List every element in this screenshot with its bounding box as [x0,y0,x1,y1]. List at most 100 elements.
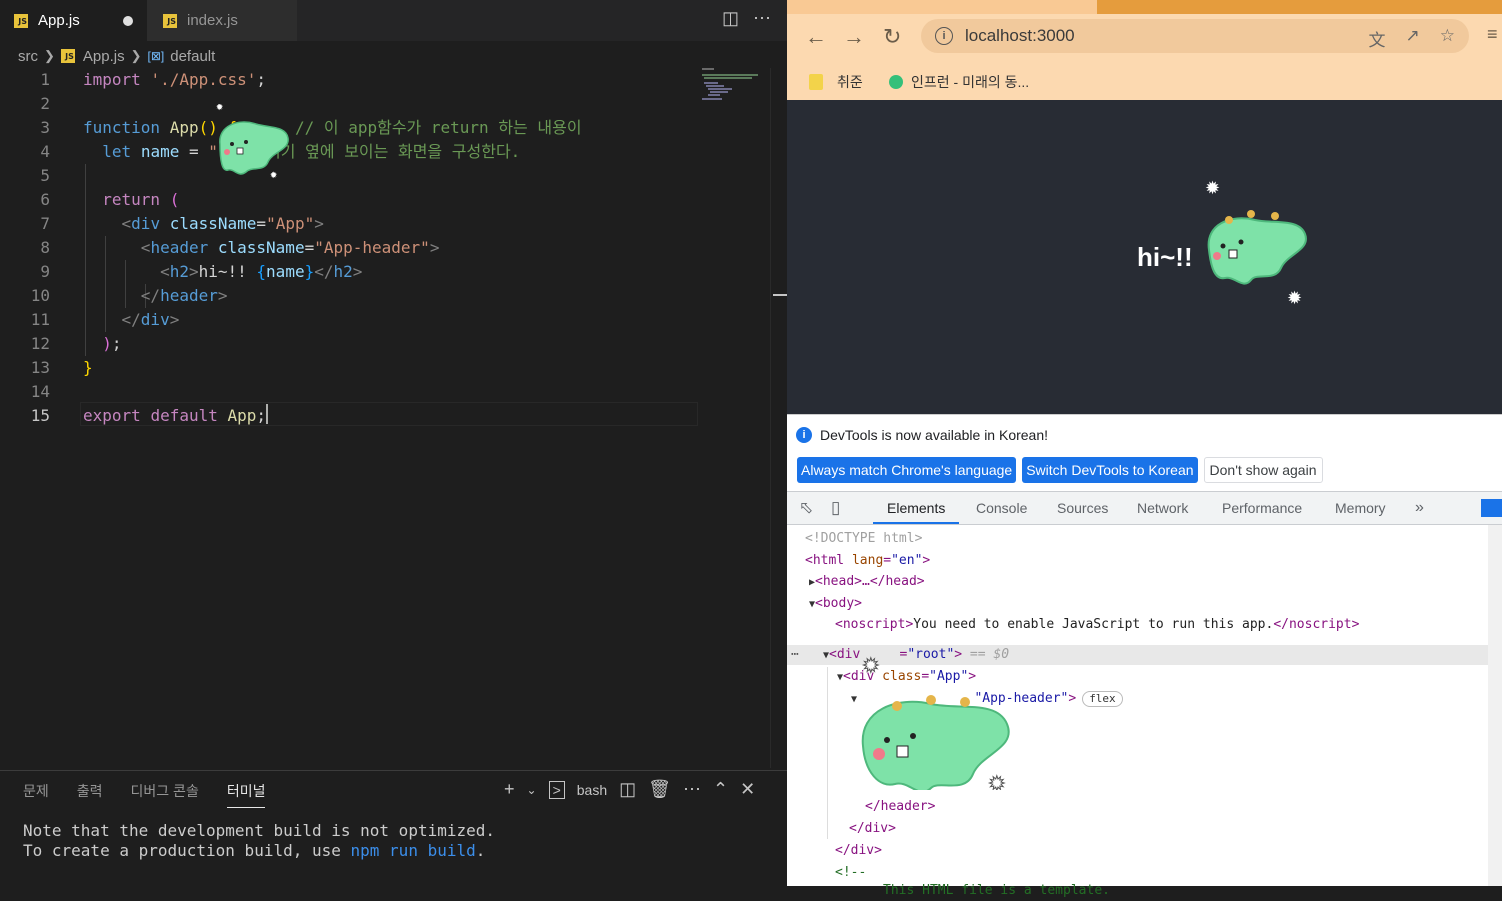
tab-debug-console[interactable]: 디버그 콘솔 [131,781,199,808]
svg-text:✹: ✹ [863,650,879,679]
bookmark-inflearn[interactable]: 인프런 - 미래의 동... [889,72,1029,92]
dom-node[interactable]: <!DOCTYPE html> [805,529,922,549]
dom-node-noscript[interactable]: <noscript>You need to enable JavaScript … [835,615,1359,635]
dom-comment[interactable]: <!-- [835,863,866,883]
chevron-down-icon[interactable]: ⌄ [527,783,537,797]
tab-label: index.js [187,12,238,29]
editor-scrollbar[interactable] [770,68,788,768]
breadcrumb-file[interactable]: App.js [83,48,125,65]
code-line: 2 [40,94,50,113]
page-viewport: hi~!! ✹ ✹ [787,100,1502,414]
breadcrumb-folder[interactable]: src [18,48,38,65]
switch-to-korean-button[interactable]: Switch DevTools to Korean [1022,457,1198,483]
device-toolbar-icon[interactable]: ▯ [831,492,840,524]
tab-index-js[interactable]: JS index.js [147,0,297,41]
back-icon[interactable]: ← [805,24,827,50]
tab-console[interactable]: Console [976,492,1027,524]
bookmark-folder[interactable]: 취준 [809,72,863,92]
bookmark-label: 취준 [837,74,863,90]
tab-network[interactable]: Network [1137,492,1188,524]
dont-show-again-button[interactable]: Don't show again [1203,457,1323,483]
tab-output[interactable]: 출력 [77,781,103,808]
url-text[interactable]: localhost:3000 [965,26,1075,46]
star-icon[interactable]: ☆ [1440,26,1455,51]
menu-icon[interactable]: ≡ [1487,24,1498,45]
tab-sources[interactable]: Sources [1057,492,1108,524]
node-actions-icon[interactable]: ⋯ [791,645,799,665]
chrome-window: ← → ↻ i localhost:3000 文 ↗ ☆ ≡ 취준 인프런 - … [787,0,1502,898]
info-icon: i [796,427,812,443]
more-tabs-icon[interactable]: » [1415,492,1424,524]
code-line: 5 [40,166,50,185]
trash-icon[interactable]: 🗑 [648,779,671,800]
chevron-right-icon: ❯ [130,48,142,63]
reload-icon[interactable]: ↻ [883,24,901,50]
slime-sticker-icon: ✹ ✹ [216,104,289,180]
shell-name[interactable]: bash [577,782,607,798]
browser-tab[interactable] [1097,0,1502,14]
svg-text:✹: ✹ [270,167,278,180]
notice-buttons: Always match Chrome's language Switch De… [797,457,1323,483]
flex-badge[interactable]: flex [1082,691,1123,707]
share-icon[interactable]: ↗ [1406,26,1420,51]
dom-node[interactable]: </div> [835,841,882,861]
new-terminal-icon[interactable]: + [504,779,515,800]
address-toolbar: ← → ↻ i localhost:3000 文 ↗ ☆ ≡ [787,14,1502,62]
omnibox[interactable]: i localhost:3000 文 ↗ ☆ [921,19,1469,53]
dom-node[interactable]: </div> [849,819,896,839]
code-line: 9 <h2>hi~!! {name}</h2> [40,262,363,281]
terminal-icon: > [548,780,565,799]
chevron-right-icon: ❯ [44,48,55,63]
devtools-panel: i DevTools is now available in Korean! A… [787,414,1502,898]
minimap[interactable] [702,68,770,108]
info-icon[interactable]: i [935,27,953,45]
tab-label: App.js [38,12,80,29]
slime-sticker-icon: ✹ ✹ [861,650,1010,790]
code-line: 15 export default App; [30,406,267,425]
tab-elements[interactable]: Elements [873,492,960,524]
svg-text:✹: ✹ [216,104,224,113]
dom-node[interactable]: </header> [865,797,935,817]
svg-text:✹: ✹ [1205,180,1220,198]
always-match-language-button[interactable]: Always match Chrome's language [797,457,1017,483]
js-icon: JS [14,13,28,28]
code-editor[interactable]: 1import './App.css'; 2 3function App() {… [0,68,787,768]
tab-memory[interactable]: Memory [1335,492,1386,524]
tab-performance[interactable]: Performance [1222,492,1302,524]
inspect-element-icon[interactable]: ⬁ [799,492,813,524]
breadcrumb-symbol[interactable]: default [170,48,215,65]
tab-problems[interactable]: 문제 [23,781,49,808]
terminal-output[interactable]: Note that the development build is not o… [23,821,495,861]
terminal-line: To create a production build, use [23,841,351,860]
chat-icon[interactable] [1481,499,1502,517]
dom-node[interactable]: <html lang="en"> [805,551,930,571]
code-line: 11 </div> [30,310,180,329]
unsaved-dot-icon[interactable] [123,15,133,26]
dom-node-body[interactable]: ▼<body> [809,594,862,615]
translate-icon[interactable]: 文 [1369,26,1386,51]
devtools-tabs: ⬁ ▯ Elements Console Sources Network Per… [787,491,1502,525]
bookmark-label: 인프런 - 미래의 동... [911,74,1030,90]
code-line: 14 [30,382,50,401]
split-terminal-icon[interactable]: ◫ [619,779,636,800]
code-line: 8 <header className="App-header"> [40,238,440,257]
close-panel-icon[interactable]: ✕ [740,779,755,800]
dom-comment-text: This HTML file is a template. [883,883,1110,898]
tree-guide [827,667,828,839]
more-actions-icon[interactable]: ⋯ [683,779,701,800]
forward-icon[interactable]: → [843,24,865,50]
devtools-scrollbar[interactable] [1488,525,1502,886]
elements-tree[interactable]: <!DOCTYPE html> <html lang="en"> ▶<head>… [787,525,1502,898]
slime-sticker-icon: ✹ ✹ [1205,180,1307,308]
svg-text:✹: ✹ [1287,288,1302,308]
browser-tab-strip [787,0,1502,14]
split-editor-icon[interactable]: ◫ [722,8,739,29]
js-icon: JS [163,13,177,28]
dom-node-head[interactable]: ▶<head>…</head> [809,572,925,593]
svg-text:✹: ✹ [989,767,1005,790]
maximize-panel-icon[interactable]: ⌃ [713,779,728,800]
tab-app-js[interactable]: JS App.js [0,0,147,41]
code-line: 13} [30,358,93,377]
tab-terminal[interactable]: 터미널 [226,781,266,808]
more-actions-icon[interactable]: ⋯ [753,8,771,29]
